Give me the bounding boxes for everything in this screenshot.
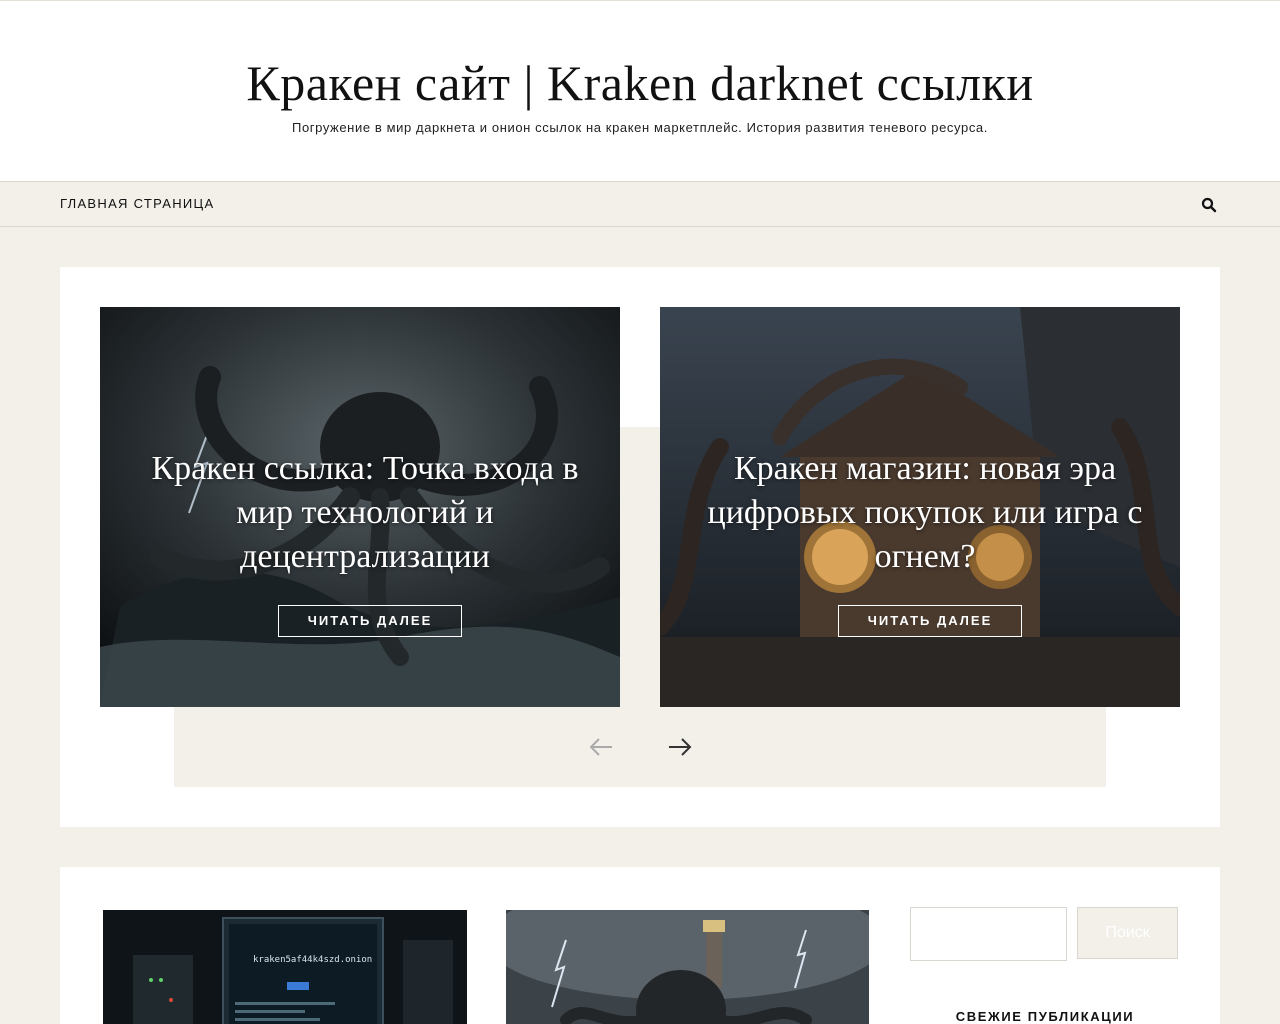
site-header: Кракен сайт | Kraken darknet ссылки Погр… <box>0 0 1280 181</box>
read-more-button[interactable]: ЧИТАТЬ ДАЛЕЕ <box>838 605 1022 637</box>
slide-title[interactable]: Кракен ссылка: Точка входа в мир техноло… <box>130 447 600 579</box>
read-more-button[interactable]: ЧИТАТЬ ДАЛЕЕ <box>278 605 462 637</box>
site-title[interactable]: Кракен сайт | Kraken darknet ссылки <box>0 53 1280 113</box>
arrow-right-icon[interactable] <box>666 735 694 759</box>
site-description: Погружение в мир даркнета и онион ссылок… <box>292 120 988 135</box>
post-thumbnail[interactable] <box>506 910 869 1024</box>
slide-2[interactable]: Кракен магазин: новая эра цифровых покуп… <box>660 307 1180 707</box>
arrow-left-icon[interactable] <box>587 735 615 759</box>
slide-title[interactable]: Кракен магазин: новая эра цифровых покуп… <box>690 447 1160 579</box>
search-icon[interactable] <box>1201 197 1217 213</box>
post-image-lighthouse <box>506 910 869 1024</box>
post-thumbnail[interactable]: kraken5af44k4szd.onion <box>103 910 467 1024</box>
terminal-text: kraken5af44k4szd.onion <box>253 955 372 965</box>
slide-1[interactable]: Кракен ссылка: Точка входа в мир техноло… <box>100 307 620 707</box>
post-image-terminal: kraken5af44k4szd.onion <box>103 910 467 1024</box>
recent-posts-title: СВЕЖИЕ ПУБЛИКАЦИИ <box>955 1009 1135 1024</box>
sidebar-search-button[interactable]: Поиск <box>1077 907 1178 959</box>
main-navigation: ГЛАВНАЯ СТРАНИЦА <box>0 181 1280 227</box>
nav-item-home[interactable]: ГЛАВНАЯ СТРАНИЦА <box>60 196 214 211</box>
sidebar-search-input[interactable] <box>910 907 1067 961</box>
